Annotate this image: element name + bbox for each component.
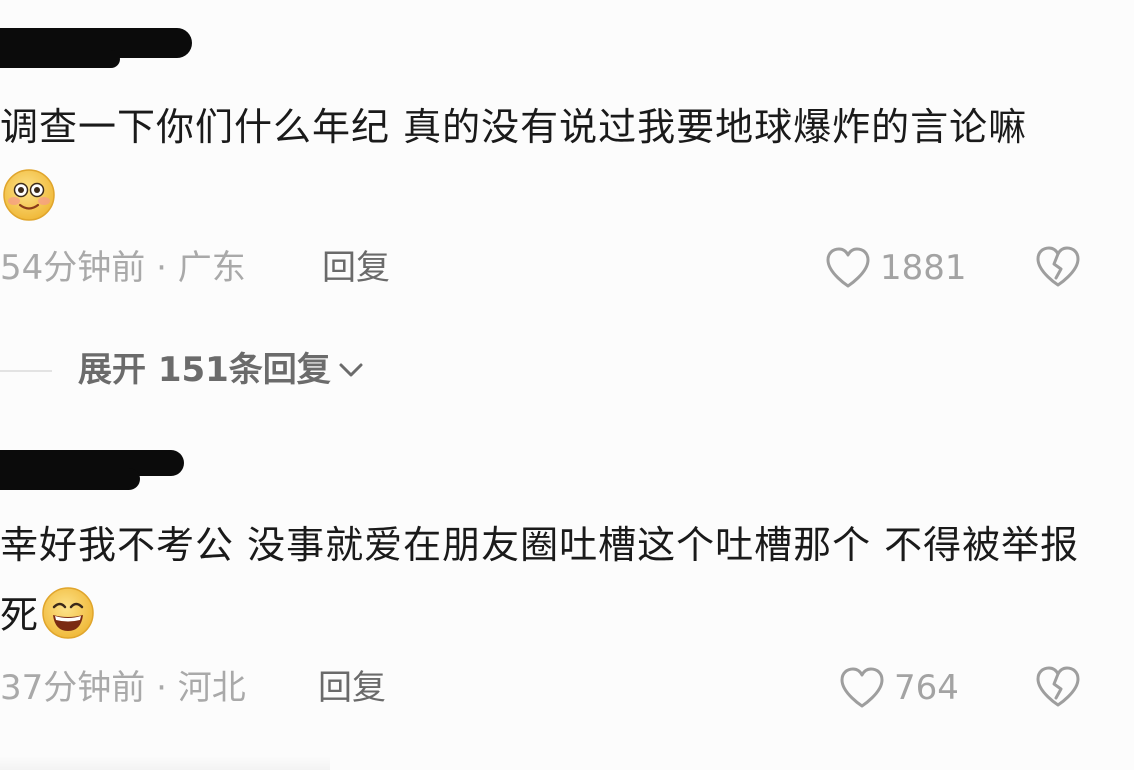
reply-button[interactable]: 回复 (322, 243, 390, 293)
next-comment-partial (0, 756, 330, 770)
heart-outline-icon (826, 247, 870, 288)
like-button[interactable]: 1881 (824, 243, 967, 293)
broken-heart-icon[interactable] (1034, 665, 1082, 709)
grinning-emoji-icon (42, 587, 94, 639)
comment-text: 幸好我不考公 没事就爱在朋友圈吐槽这个吐槽那个 不得被举报死 (0, 510, 1080, 650)
smiling-emoji-icon (3, 169, 55, 221)
redacted-username (0, 450, 184, 490)
comment-text: 调查一下你们什么年纪 真的没有说过我要地球爆炸的言论嘛 (0, 92, 1080, 232)
expand-replies-label: 展开 151条回复 (78, 350, 331, 390)
comment-meta: 37分钟前 · 河北 回复 764 (0, 663, 1134, 713)
broken-heart-icon[interactable] (1034, 245, 1082, 289)
comment-meta: 54分钟前 · 广东 回复 1881 (0, 243, 1134, 293)
heart-outline-icon (840, 667, 884, 708)
chevron-down-icon (339, 363, 363, 377)
comment-timestamp-location: 54分钟前 · 广东 (0, 248, 246, 288)
redacted-username (0, 28, 192, 68)
like-button[interactable]: 764 (838, 663, 959, 713)
expand-replies-button[interactable]: 展开 151条回复 (78, 345, 367, 395)
expand-replies-row: 展开 151条回复 (0, 345, 600, 395)
divider (0, 370, 52, 372)
reply-button[interactable]: 回复 (318, 663, 386, 713)
like-count: 764 (894, 668, 959, 708)
like-count: 1881 (880, 248, 967, 288)
comment-timestamp-location: 37分钟前 · 河北 (0, 668, 246, 708)
